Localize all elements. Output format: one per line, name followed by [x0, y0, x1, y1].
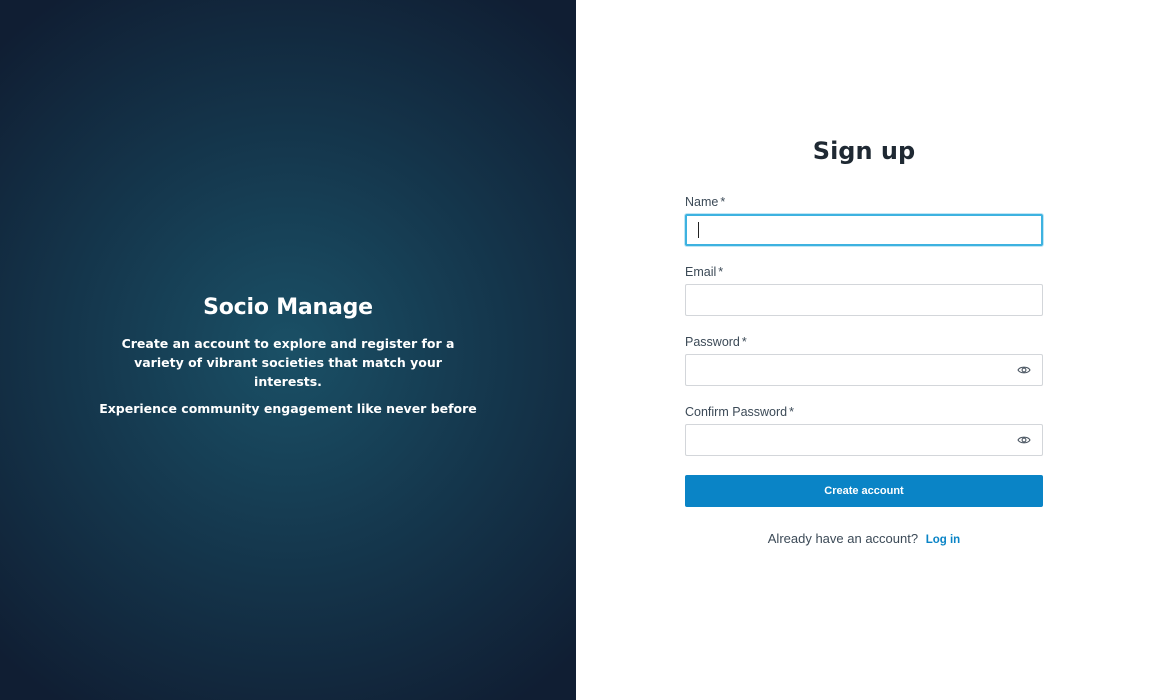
- required-marker: *: [718, 265, 724, 279]
- confirm-password-input[interactable]: [685, 424, 1043, 456]
- eye-icon[interactable]: [1017, 435, 1031, 445]
- login-prompt-text: Already have an account?: [767, 531, 919, 546]
- password-field-group: Password *: [685, 335, 1043, 386]
- password-input[interactable]: [685, 354, 1043, 386]
- text-caret: [698, 222, 699, 238]
- password-label-text: Password: [685, 335, 740, 349]
- eye-icon[interactable]: [1017, 365, 1031, 375]
- confirm-password-label: Confirm Password *: [685, 405, 1043, 420]
- confirm-password-field-group: Confirm Password *: [685, 405, 1043, 456]
- name-label: Name *: [685, 195, 1043, 210]
- name-input-wrap: [685, 214, 1043, 246]
- confirm-password-label-text: Confirm Password: [685, 405, 788, 419]
- create-account-button[interactable]: Create account: [685, 475, 1043, 507]
- confirm-password-input-wrap: [685, 424, 1043, 456]
- required-marker: *: [720, 195, 726, 209]
- hero-content: Socio Manage Create an account to explor…: [0, 295, 576, 416]
- form-panel: Sign up Name * Email * Password * Confir…: [576, 0, 1152, 700]
- login-prompt-row: Already have an account? Log in: [685, 531, 1043, 546]
- email-label-text: Email: [685, 265, 717, 279]
- email-label: Email *: [685, 265, 1043, 280]
- hero-panel: Socio Manage Create an account to explor…: [0, 0, 576, 700]
- required-marker: *: [789, 405, 794, 419]
- email-field-group: Email *: [685, 265, 1043, 316]
- page-title: Sign up: [812, 137, 916, 165]
- password-label: Password *: [685, 335, 1043, 350]
- name-input[interactable]: [685, 214, 1043, 246]
- email-input[interactable]: [685, 284, 1043, 316]
- hero-tagline: Experience community engagement like nev…: [99, 401, 477, 416]
- password-input-wrap: [685, 354, 1043, 386]
- hero-description: Create an account to explore and registe…: [121, 336, 455, 389]
- name-label-text: Name: [685, 195, 719, 209]
- login-link[interactable]: Log in: [926, 534, 961, 546]
- name-field-group: Name *: [685, 195, 1043, 246]
- signup-page: Socio Manage Create an account to explor…: [0, 0, 1152, 700]
- app-title: Socio Manage: [203, 295, 373, 320]
- email-input-wrap: [685, 284, 1043, 316]
- required-marker: *: [741, 335, 747, 349]
- signup-form: Name * Email * Password * Confirm Passwo…: [685, 195, 1043, 546]
